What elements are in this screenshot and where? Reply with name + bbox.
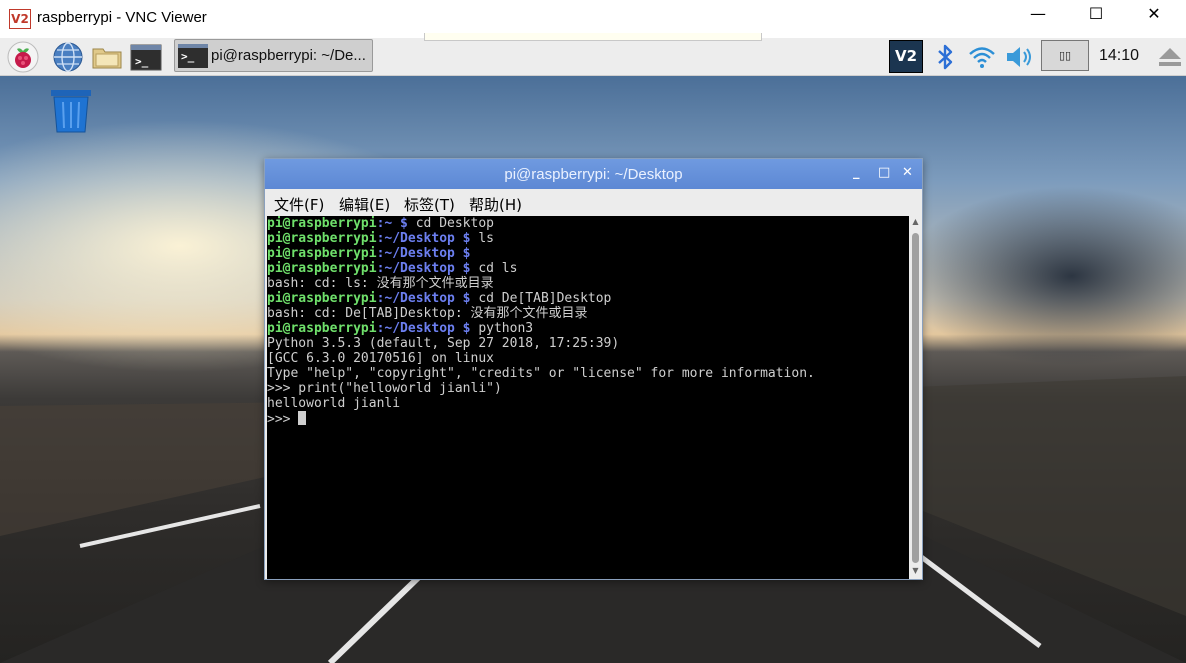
prompt-path: :~ $ bbox=[376, 216, 408, 231]
trash-icon[interactable] bbox=[49, 88, 93, 134]
terminal-icon[interactable]: >_ bbox=[130, 41, 162, 73]
prompt-path: :~/Desktop $ bbox=[376, 246, 471, 261]
terminal-line: >>> print("helloworld jianli") bbox=[267, 381, 909, 396]
line-text: Type "help", "copyright", "credits" or "… bbox=[267, 366, 815, 381]
scroll-up-arrow-icon[interactable]: ▲ bbox=[911, 218, 920, 226]
line-text: [GCC 6.3.0 20170516] on linux bbox=[267, 351, 494, 366]
window-maximize-button[interactable]: ☐ bbox=[1073, 4, 1119, 34]
menu-file[interactable]: 文件(F) bbox=[274, 194, 324, 215]
file-manager-icon[interactable] bbox=[91, 41, 123, 73]
web-browser-icon[interactable] bbox=[52, 41, 84, 73]
raspberry-menu-icon[interactable] bbox=[7, 41, 39, 73]
line-text: helloworld jianli bbox=[267, 396, 401, 411]
terminal-line: Python 3.5.3 (default, Sep 27 2018, 17:2… bbox=[267, 336, 909, 351]
terminal-minimize-button[interactable]: _ bbox=[853, 165, 860, 180]
scrollbar-thumb[interactable] bbox=[912, 233, 919, 563]
vnc-viewer-logo-icon: V2 bbox=[9, 9, 31, 29]
window-close-button[interactable]: ✕ bbox=[1131, 4, 1177, 34]
eject-icon[interactable] bbox=[1154, 41, 1186, 73]
terminal-line: pi@raspberrypi:~ $ cd Desktop bbox=[267, 216, 909, 231]
vnc-toolbar-handle[interactable] bbox=[424, 33, 762, 41]
lxde-panel: >_ >_ pi@raspberrypi: ~/De... V2 ▯▯ 14:1… bbox=[0, 38, 1186, 76]
wifi-icon[interactable] bbox=[966, 41, 998, 73]
terminal-title: pi@raspberrypi: ~/Desktop bbox=[504, 166, 683, 183]
terminal-scrollbar[interactable]: ▲ ▼ bbox=[910, 217, 921, 578]
terminal-screen[interactable]: pi@raspberrypi:~ $ cd Desktop pi@raspberr… bbox=[267, 216, 909, 579]
terminal-line: pi@raspberrypi:~/Desktop $ ls bbox=[267, 231, 909, 246]
prompt-path: :~/Desktop $ bbox=[376, 231, 471, 246]
terminal-line: bash: cd: De[TAB]Desktop: 没有那个文件或目录 bbox=[267, 306, 909, 321]
terminal-prompt-line: >>> bbox=[267, 411, 909, 427]
panel-clock[interactable]: 14:10 bbox=[1099, 47, 1139, 65]
terminal-line: pi@raspberrypi:~/Desktop $ cd De[TAB]Des… bbox=[267, 291, 909, 306]
svg-text:>_: >_ bbox=[135, 55, 149, 68]
prompt-user: pi@raspberrypi bbox=[267, 321, 377, 336]
terminal-menubar: 文件(F) 编辑(E) 标签(T) 帮助(H) bbox=[265, 189, 922, 216]
cpu-monitor-widget: ▯▯ bbox=[1041, 40, 1089, 71]
line-text: bash: cd: De[TAB]Desktop: 没有那个文件或目录 bbox=[267, 306, 588, 321]
terminal-line: helloworld jianli bbox=[267, 396, 909, 411]
terminal-cursor bbox=[298, 411, 307, 425]
menu-help[interactable]: 帮助(H) bbox=[469, 194, 522, 215]
terminal-line: [GCC 6.3.0 20170516] on linux bbox=[267, 351, 909, 366]
menu-tabs[interactable]: 标签(T) bbox=[404, 194, 455, 215]
terminal-titlebar[interactable]: pi@raspberrypi: ~/Desktop _ □ ✕ bbox=[265, 159, 922, 189]
terminal-maximize-button[interactable]: □ bbox=[878, 165, 890, 180]
volume-icon[interactable] bbox=[1003, 41, 1035, 73]
prompt-user: pi@raspberrypi bbox=[267, 231, 377, 246]
line-text: Python 3.5.3 (default, Sep 27 2018, 17:2… bbox=[267, 336, 620, 351]
vnc-server-tray-icon[interactable]: V2 bbox=[889, 40, 923, 73]
terminal-window: pi@raspberrypi: ~/Desktop _ □ ✕ 文件(F) 编辑… bbox=[264, 158, 923, 580]
prompt-user: pi@raspberrypi bbox=[267, 291, 377, 306]
line-text: bash: cd: ls: 没有那个文件或目录 bbox=[267, 276, 494, 291]
python-prompt: >>> bbox=[267, 412, 299, 427]
terminal-line: Type "help", "copyright", "credits" or "… bbox=[267, 366, 909, 381]
terminal-line: pi@raspberrypi:~/Desktop $ python3 bbox=[267, 321, 909, 336]
window-minimize-button[interactable]: — bbox=[1015, 4, 1061, 34]
line-text: >>> print("helloworld jianli") bbox=[267, 381, 502, 396]
terminal-line: bash: cd: ls: 没有那个文件或目录 bbox=[267, 276, 909, 291]
menu-edit[interactable]: 编辑(E) bbox=[339, 194, 390, 215]
taskbar-button-label: pi@raspberrypi: ~/De... bbox=[211, 47, 366, 64]
vnc-window-title: raspberrypi - VNC Viewer bbox=[37, 9, 207, 26]
line-text: cd Desktop bbox=[407, 216, 494, 231]
bluetooth-icon[interactable] bbox=[929, 41, 961, 73]
terminal-line: pi@raspberrypi:~/Desktop $ bbox=[267, 246, 909, 261]
line-text: cd De[TAB]Desktop bbox=[470, 291, 612, 306]
terminal-line: pi@raspberrypi:~/Desktop $ cd ls bbox=[267, 261, 909, 276]
prompt-user: pi@raspberrypi bbox=[267, 261, 377, 276]
prompt-path: :~/Desktop $ bbox=[376, 291, 471, 306]
prompt-user: pi@raspberrypi bbox=[267, 216, 377, 231]
terminal-close-button[interactable]: ✕ bbox=[902, 165, 913, 180]
prompt-path: :~/Desktop $ bbox=[376, 321, 471, 336]
scroll-down-arrow-icon[interactable]: ▼ bbox=[911, 567, 920, 575]
line-text: ls bbox=[470, 231, 494, 246]
line-text: cd ls bbox=[470, 261, 518, 276]
terminal-icon: >_ bbox=[178, 44, 208, 68]
prompt-path: :~/Desktop $ bbox=[376, 261, 471, 276]
taskbar-terminal-button[interactable]: >_ pi@raspberrypi: ~/De... bbox=[174, 39, 373, 72]
prompt-user: pi@raspberrypi bbox=[267, 246, 377, 261]
line-text: python3 bbox=[470, 321, 534, 336]
